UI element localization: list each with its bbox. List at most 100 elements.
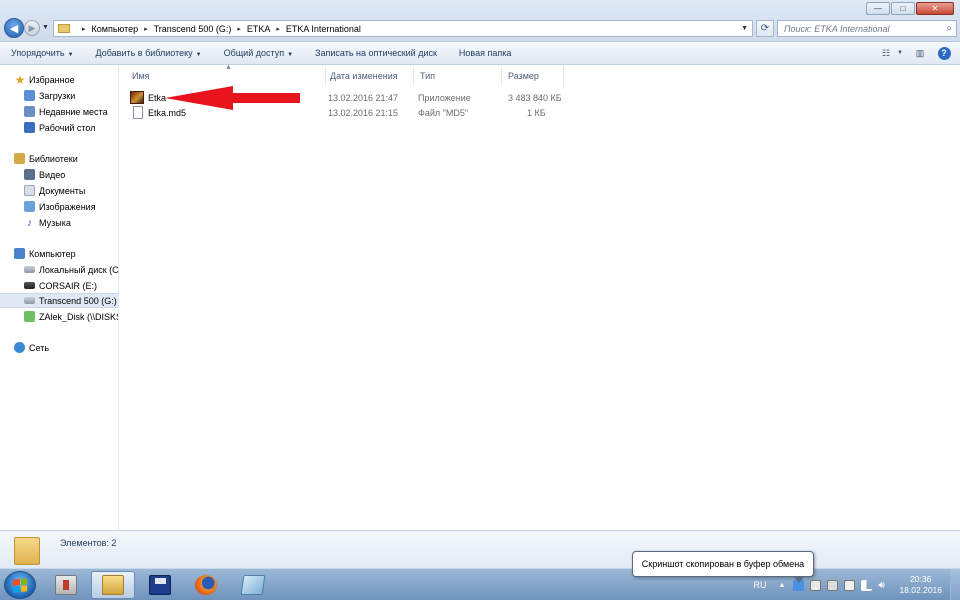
column-header-type[interactable]: Тип [412, 66, 502, 86]
back-button[interactable]: ◀ [4, 18, 24, 38]
signal-icon[interactable] [861, 579, 873, 591]
nav-item-corsair-e[interactable]: CORSAIR (E:) [0, 278, 118, 293]
nav-item-music[interactable]: ♪ Музыка [0, 215, 118, 230]
taskbar-app-notes[interactable] [231, 571, 275, 599]
preview-pane-icon[interactable]: ▥ [912, 46, 928, 60]
breadcrumb-drive[interactable]: Transcend 500 (G:) [154, 24, 232, 34]
close-button[interactable]: ✕ [916, 2, 954, 15]
search-icon[interactable]: ⌕ [946, 23, 952, 34]
organize-button[interactable]: Упорядочить ▼ [0, 48, 85, 58]
nav-item-transcend-g[interactable]: Transcend 500 (G:) [0, 293, 118, 308]
breadcrumb-etka-international[interactable]: ETKA International [286, 24, 361, 34]
start-button[interactable] [4, 571, 36, 599]
folder-icon [58, 24, 70, 33]
clock-date: 18.02.2016 [899, 585, 942, 595]
burn-button[interactable]: Записать на оптический диск [304, 48, 448, 58]
nav-item-label: Локальный диск (C:) [39, 264, 119, 275]
file-size: 3 483 840 КБ [508, 93, 562, 103]
etka-app-icon [130, 91, 144, 104]
notification-balloon[interactable]: Скриншот скопирован в буфер обмена [632, 551, 814, 583]
nav-item-desktop[interactable]: Рабочий стол [0, 120, 118, 135]
download-manager-icon [55, 575, 77, 595]
action-center-icon[interactable] [810, 579, 822, 591]
nav-item-images[interactable]: Изображения [0, 199, 118, 214]
annotation-arrow-shape [165, 86, 300, 110]
chevron-down-icon: ▼ [287, 52, 294, 58]
nav-computer-label: Компьютер [29, 248, 76, 259]
breadcrumb-separator[interactable]: ▸ [276, 25, 280, 33]
file-date: 13.02.2016 21:15 [328, 108, 399, 118]
usb-drive-icon [24, 282, 35, 289]
nav-computer[interactable]: Компьютер [14, 246, 118, 261]
file-type: Приложение [418, 93, 471, 103]
nav-favorites-label: Избранное [29, 74, 75, 85]
breadcrumb-separator[interactable]: ▸ [144, 25, 148, 33]
address-bar[interactable]: ▸ Компьютер ▸ Transcend 500 (G:) ▸ ETKA … [53, 20, 753, 37]
nav-item-recent-places[interactable]: Недавние места [0, 104, 118, 119]
refresh-icon: ⟳ [760, 23, 770, 34]
chevron-down-icon: ▼ [195, 52, 202, 58]
file-size: 1 КБ [527, 108, 546, 118]
nav-item-documents[interactable]: Документы [0, 183, 118, 198]
search-input[interactable]: Поиск: ETKA International ⌕ [777, 20, 957, 37]
view-options-icon[interactable]: ☷ [878, 46, 894, 60]
nav-network-label: Сеть [29, 342, 50, 353]
recent-pages-dropdown[interactable]: ▼ [42, 24, 49, 31]
search-placeholder: Поиск: ETKA International [784, 23, 890, 34]
safely-remove-hardware-icon[interactable] [844, 579, 856, 591]
nav-item-local-disk-c[interactable]: Локальный диск (C:) [0, 262, 119, 277]
item-count: Элементов: 2 [60, 538, 117, 548]
nav-libraries[interactable]: Библиотеки [14, 151, 118, 166]
column-header-size[interactable]: Размер [500, 66, 564, 86]
nav-item-downloads[interactable]: Загрузки [0, 88, 118, 103]
breadcrumb-separator[interactable]: ▸ [82, 25, 86, 33]
chevron-down-icon: ▼ [67, 52, 74, 58]
star-icon: ★ [14, 72, 26, 87]
taskbar-app-explorer[interactable] [91, 571, 135, 599]
add-to-library-button[interactable]: Добавить в библиотеку ▼ [85, 48, 213, 58]
breadcrumb-etka[interactable]: ETKA [247, 24, 271, 34]
volume-icon[interactable]: 🔊︎ [878, 580, 889, 591]
refresh-button[interactable]: ⟳ [756, 20, 774, 37]
breadcrumb-separator[interactable]: ▸ [237, 25, 241, 33]
help-button[interactable]: ? [936, 46, 952, 60]
file-list: Имя ▲ Дата изменения Тип Размер Etka 13.… [120, 64, 960, 530]
column-header-size-label: Размер [508, 71, 539, 81]
music-icon: ♪ [26, 216, 33, 229]
downloads-icon [24, 90, 35, 101]
column-header-date[interactable]: Дата изменения [322, 66, 414, 86]
column-header-name[interactable]: Имя ▲ [124, 64, 326, 86]
address-dropdown-icon[interactable]: ▼ [741, 25, 748, 32]
file-type: Файл "MD5" [418, 108, 469, 118]
language-indicator[interactable]: RU [754, 580, 767, 590]
nav-item-video[interactable]: Видео [0, 167, 118, 182]
nav-item-label: Загрузки [39, 90, 76, 101]
breadcrumb-computer[interactable]: Компьютер [92, 24, 139, 34]
taskbar-app-firefox[interactable] [184, 571, 228, 599]
nav-libraries-label: Библиотеки [29, 153, 78, 164]
new-folder-button[interactable]: Новая папка [448, 48, 522, 58]
details-pane: Элементов: 2 [0, 530, 960, 568]
nav-favorites[interactable]: ★ Избранное [14, 72, 118, 87]
recent-places-icon [24, 106, 35, 117]
taskbar-app-download[interactable] [44, 571, 88, 599]
nav-item-label: Музыка [39, 217, 71, 228]
forward-button[interactable]: ▶ [24, 20, 40, 36]
clock[interactable]: 20:36 18.02.2016 [899, 574, 942, 596]
clock-time: 20:36 [910, 574, 932, 584]
nav-item-label: Недавние места [39, 106, 108, 117]
add-to-library-label: Добавить в библиотеку [95, 48, 193, 58]
maximize-button[interactable]: □ [891, 2, 915, 15]
show-desktop-button[interactable] [950, 569, 960, 600]
nav-item-label: Документы [39, 185, 86, 196]
taskbar-app-floppy[interactable] [138, 571, 182, 599]
minimize-button[interactable]: — [866, 2, 890, 15]
tray-expand-icon[interactable]: ▲ [779, 582, 786, 589]
organize-label: Упорядочить [11, 48, 65, 58]
title-bar: — □ ✕ ◀ ▶ ▼ ▸ Компьютер ▸ Transcend 500 … [0, 0, 960, 42]
nav-item-network-disk[interactable]: ZAlek_Disk (\\DISKST [0, 309, 118, 324]
view-dropdown-icon[interactable]: ▼ [896, 46, 904, 60]
tray-app-icon[interactable] [827, 579, 839, 591]
nav-network[interactable]: Сеть [14, 340, 118, 355]
share-button[interactable]: Общий доступ ▼ [213, 48, 304, 58]
